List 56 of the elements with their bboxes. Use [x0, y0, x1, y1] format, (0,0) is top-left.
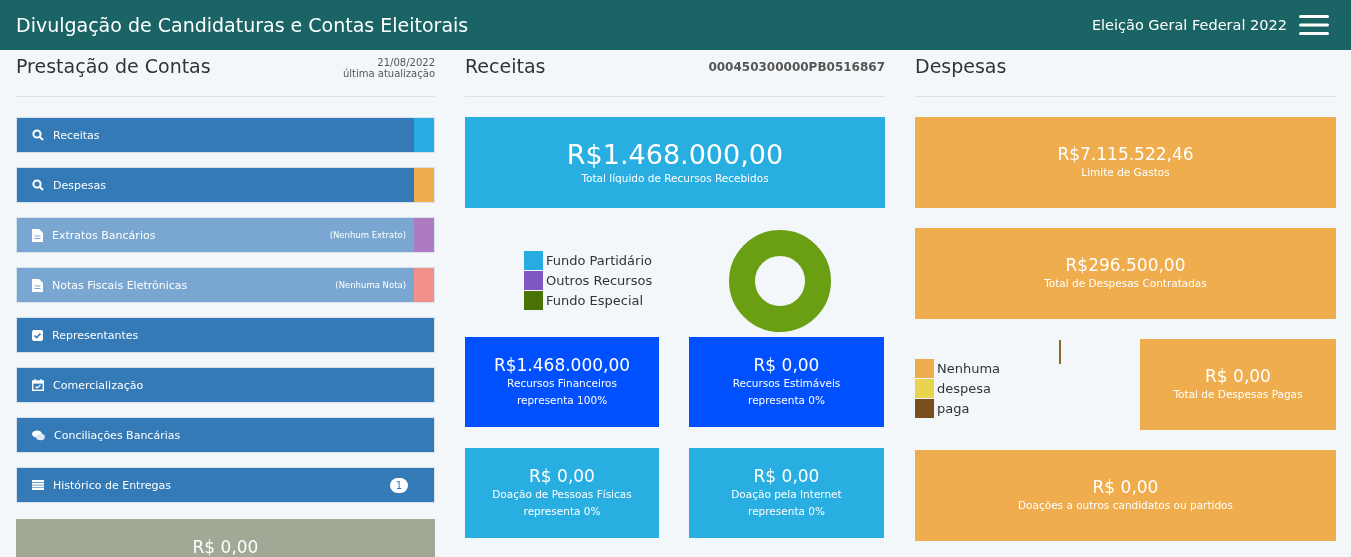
chart-line-drawing [1059, 340, 1061, 364]
card-share: representa 0% [748, 504, 825, 519]
card-label: Recursos Estimáveis [732, 376, 841, 391]
item-note: (Nenhum Extrato) [329, 230, 406, 240]
card-value: R$ 0,00 [1205, 366, 1271, 386]
card-label: Limite de Gastos [1081, 165, 1170, 180]
card-label: Total líquido de Recursos Recebidos [581, 170, 769, 186]
card-value: R$1.468.000,00 [493, 355, 631, 375]
card-label: Total de Despesas Contratadas [1044, 276, 1207, 291]
menu-item[interactable]: Comercialização [16, 367, 435, 403]
card-value: R$ 0,00 [1092, 477, 1159, 497]
section-title: Receitas [465, 55, 546, 77]
search-icon [32, 129, 44, 141]
election-label: Eleição Geral Federal 2022 [1091, 17, 1287, 33]
update-date: 21/08/2022 [377, 57, 435, 68]
menu-icon[interactable] [1299, 15, 1329, 35]
document-icon [32, 278, 43, 292]
card-value: R$296.500,00 [1065, 255, 1186, 275]
card-label: Recursos Financeiros [507, 376, 617, 391]
card-value: R$1.468.000,00 [566, 138, 784, 170]
document-icon [32, 228, 43, 242]
summary-card: R$ 0,00 [16, 519, 435, 557]
site-title: Divulgação de Candidaturas e Contas Eleitorais [16, 14, 469, 36]
menu-item[interactable]: Histórico de Entregas 1 [16, 467, 435, 503]
calendar-icon [32, 379, 44, 391]
candidate-code: 000450300000PB0516867 [708, 59, 885, 74]
menu-item[interactable]: Representantes [16, 317, 435, 353]
card-value: R$ 0,00 [753, 466, 820, 486]
menu-item[interactable]: Despesas [16, 167, 435, 203]
item-note: (Nenhuma Nota) [335, 280, 406, 290]
card-value: R$ 0,00 [529, 466, 595, 486]
count-badge: 1 [389, 477, 408, 493]
menu-item[interactable]: Receitas [16, 117, 435, 153]
card-share: representa 0% [748, 393, 825, 408]
card-share: representa 100% [516, 393, 608, 408]
legend-label: Fundo Especial [546, 293, 644, 308]
card-label: Doação pela Internet [731, 487, 842, 502]
card-value: R$ 0,00 [753, 355, 820, 375]
legend-label: paga [937, 400, 970, 416]
legend-label: Fundo Partidário [546, 253, 652, 268]
menu-item[interactable]: Conciliações Bancárias [16, 417, 435, 453]
section-title: Prestação de Contas [16, 55, 211, 77]
legend-label: despesa [937, 380, 991, 396]
checkbox-icon [32, 329, 43, 341]
search-icon [32, 179, 44, 191]
card-value: R$7.115.522,46 [1057, 144, 1194, 164]
section-title: Despesas [915, 55, 1007, 77]
legend-label: Nenhuma [937, 360, 1001, 376]
list-icon [32, 480, 44, 490]
legend-label: Outros Recursos [546, 273, 653, 288]
update-label: última atualização [342, 68, 435, 79]
card-label: Total de Despesas Pagas [1173, 387, 1303, 402]
chat-icon [32, 429, 45, 441]
card-label: Doações a outros candidatos ou partidos [1018, 498, 1233, 513]
card-share: representa 0% [523, 504, 601, 519]
card-label: Doação de Pessoas Físicas [492, 487, 632, 502]
